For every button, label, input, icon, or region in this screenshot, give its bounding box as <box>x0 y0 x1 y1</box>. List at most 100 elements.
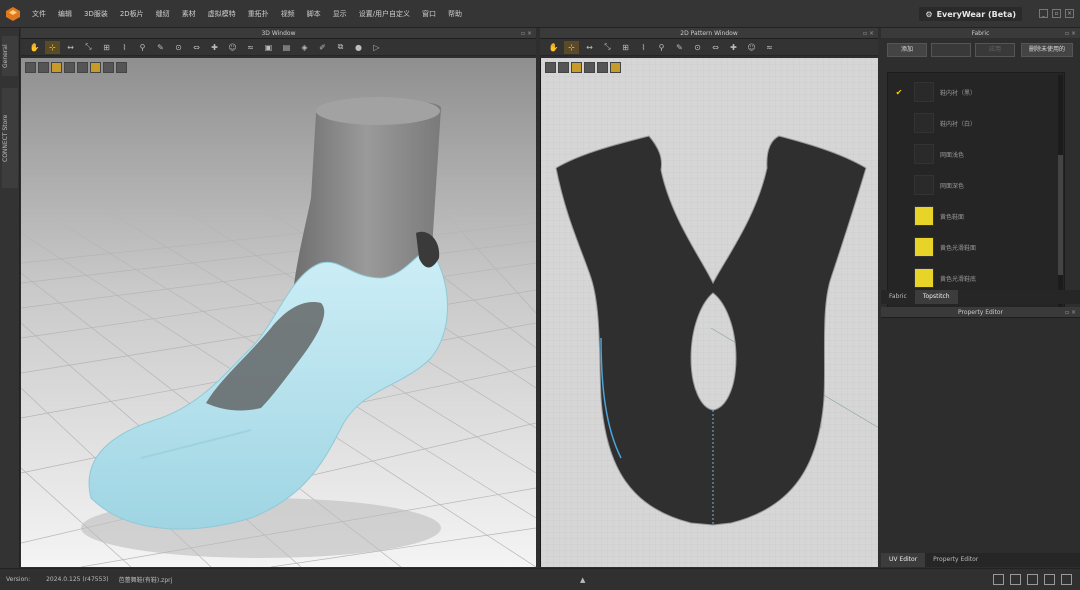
subtool-h-icon[interactable] <box>116 62 127 73</box>
menu-3d-garment[interactable]: 3D服装 <box>78 9 114 19</box>
fabric-list-item[interactable]: 黄色鞋面 <box>888 203 1064 229</box>
subtool-g-icon[interactable] <box>103 62 114 73</box>
subtool-c-icon[interactable] <box>571 62 582 73</box>
fabric-swatch <box>914 268 934 288</box>
3d-viewport[interactable] <box>21 58 536 567</box>
move-icon[interactable]: ↔ <box>63 41 78 54</box>
brush-icon[interactable]: ✎ <box>153 41 168 54</box>
menu-display[interactable]: 显示 <box>327 9 353 19</box>
polygon-icon[interactable]: ⤡ <box>600 41 615 54</box>
menu-video[interactable]: 视频 <box>275 9 301 19</box>
select-point-icon[interactable]: ✋ <box>546 41 561 54</box>
fabric-list-item[interactable]: 网面深色 <box>888 172 1064 198</box>
graphic-icon[interactable]: ◈ <box>297 41 312 54</box>
tab-topstitch[interactable]: Topstitch <box>914 290 958 304</box>
3d-window-header-buttons[interactable]: ▫ × <box>521 28 532 39</box>
subtool-c-icon[interactable] <box>51 62 62 73</box>
fold-icon[interactable]: ⌇ <box>117 41 132 54</box>
layout-grid-icon[interactable] <box>1061 574 1072 585</box>
menu-window[interactable]: 窗口 <box>416 9 442 19</box>
tab-fabric[interactable]: Fabric <box>881 290 915 304</box>
subtool-a-icon[interactable] <box>25 62 36 73</box>
anim-icon[interactable]: ▷ <box>369 41 384 54</box>
fabric-button-2[interactable] <box>931 43 971 57</box>
app-title-badge[interactable]: ⚙ EveryWear (Beta) <box>919 7 1022 21</box>
fabric-list-item[interactable]: ✔ 鞋内衬（黑） <box>888 79 1064 105</box>
add-fabric-button[interactable]: 添加 <box>887 43 927 57</box>
fabric-name: 黄色光滑鞋面 <box>940 244 977 252</box>
fabric-list-item[interactable]: 网面浅色 <box>888 141 1064 167</box>
menu-materials[interactable]: 素材 <box>176 9 202 19</box>
layout-single-icon[interactable] <box>993 574 1004 585</box>
transform-pattern-icon[interactable]: ⊹ <box>564 40 579 54</box>
minimize-button[interactable]: _ <box>1039 9 1048 18</box>
strap-icon[interactable]: ≈ <box>243 41 258 54</box>
dart-icon[interactable]: ✎ <box>672 41 687 54</box>
circle-icon[interactable]: ⌇ <box>636 41 651 54</box>
measure-icon[interactable]: ⇔ <box>189 41 204 54</box>
fabric-icon[interactable]: ▣ <box>261 41 276 54</box>
menu-avatar[interactable]: 虚拟模特 <box>202 9 242 19</box>
close-button[interactable]: × <box>1065 9 1074 18</box>
delete-unused-button[interactable]: 删除未使用的 <box>1021 43 1073 57</box>
subtool-b-icon[interactable] <box>558 62 569 73</box>
sew-icon[interactable]: ✚ <box>207 41 222 54</box>
fabric-list-item[interactable]: 黄色光滑鞋面 <box>888 234 1064 260</box>
record-icon[interactable]: ● <box>351 41 366 54</box>
fabric-list-item[interactable]: 鞋内衬（白） <box>888 110 1064 136</box>
menu-2d-pattern[interactable]: 2D板片 <box>114 9 150 19</box>
tab-property-editor[interactable]: Property Editor <box>925 553 986 567</box>
avatar-icon[interactable]: ☺ <box>225 41 240 54</box>
subtool-d-icon[interactable] <box>584 62 595 73</box>
subtool-f-icon[interactable] <box>610 62 621 73</box>
menu-edit[interactable]: 编辑 <box>52 9 78 19</box>
texture-icon[interactable]: ▤ <box>279 41 294 54</box>
menu-script[interactable]: 脚本 <box>301 9 327 19</box>
expand-up-icon[interactable]: ▲ <box>580 576 585 584</box>
notch-icon[interactable]: ⊙ <box>690 41 705 54</box>
pin-icon[interactable]: ⚲ <box>135 41 150 54</box>
restore-button[interactable]: ▫ <box>1052 9 1061 18</box>
tab-uv-editor[interactable]: UV Editor <box>881 553 926 567</box>
hand-icon[interactable]: ✋ <box>27 41 42 54</box>
subtool-a-icon[interactable] <box>545 62 556 73</box>
seam-icon[interactable]: ✚ <box>726 41 741 54</box>
property-panel-header-buttons[interactable]: ▫ × <box>1065 307 1076 318</box>
2d-pattern-viewport[interactable] <box>540 58 878 567</box>
select-icon[interactable]: ⊹ <box>45 40 60 54</box>
tab-general[interactable]: General <box>2 36 18 76</box>
tab-connect-store[interactable]: CONNECT Store <box>2 88 18 188</box>
trim-icon[interactable]: ☺ <box>744 41 759 54</box>
subtool-e-icon[interactable] <box>77 62 88 73</box>
file-name: 芭蕾舞鞋(有鞋).zprj <box>118 577 173 584</box>
layout-split-icon[interactable] <box>1010 574 1021 585</box>
menu-settings[interactable]: 设置/用户自定义 <box>353 9 416 19</box>
menu-sewing[interactable]: 缝纫 <box>150 9 176 19</box>
rectangle-icon[interactable]: ⊞ <box>618 41 633 54</box>
2d-window-header-buttons[interactable]: ▫ × <box>863 28 874 39</box>
subtool-b-icon[interactable] <box>38 62 49 73</box>
subtool-e-icon[interactable] <box>597 62 608 73</box>
sewing-icon[interactable]: ⇔ <box>708 41 723 54</box>
transform-icon[interactable]: ⤡ <box>81 41 96 54</box>
fabric-list-item[interactable]: 黄色光滑鞋底 <box>888 265 1064 291</box>
internal-line-icon[interactable]: ⚲ <box>654 41 669 54</box>
layout-2d-icon[interactable] <box>1044 574 1055 585</box>
layout-icons <box>993 574 1072 585</box>
apply-fabric-button[interactable]: 应用 <box>975 43 1015 57</box>
tack-icon[interactable]: ⊙ <box>171 41 186 54</box>
layout-3d-icon[interactable] <box>1027 574 1038 585</box>
arrange-icon[interactable]: ⊞ <box>99 41 114 54</box>
edit-pattern-icon[interactable]: ↔ <box>582 41 597 54</box>
subtool-d-icon[interactable] <box>64 62 75 73</box>
fabric-name: 鞋内衬（黑） <box>940 89 977 97</box>
menu-file[interactable]: 文件 <box>26 9 52 19</box>
edit-icon[interactable]: ✐ <box>315 41 330 54</box>
subtool-f-icon[interactable] <box>90 62 101 73</box>
2d-toolbar: ✋ ⊹ ↔ ⤡ ⊞ ⌇ ⚲ ✎ ⊙ ⇔ ✚ ☺ ≈ <box>540 39 878 56</box>
version-label: Version: <box>6 576 31 583</box>
clone-icon[interactable]: ⧉ <box>333 41 348 54</box>
menu-retopology[interactable]: 重拓扑 <box>242 9 275 19</box>
shirt-icon[interactable]: ≈ <box>762 41 777 54</box>
menu-help[interactable]: 帮助 <box>442 9 468 19</box>
